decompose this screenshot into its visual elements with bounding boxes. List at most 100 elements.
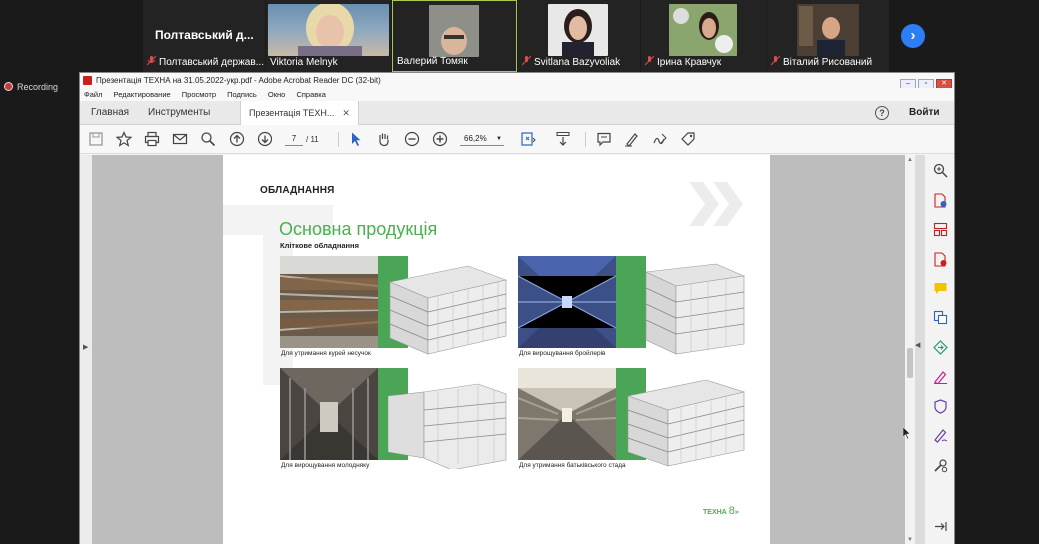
zoom-in-icon[interactable] bbox=[432, 131, 448, 147]
menu-window[interactable]: Окно bbox=[268, 90, 285, 99]
select-cursor-icon[interactable] bbox=[348, 131, 364, 147]
participant-tile-1[interactable]: Viktoria Melnyk bbox=[266, 0, 391, 72]
hand-tool-icon[interactable] bbox=[376, 131, 392, 147]
stamp-tag-icon[interactable] bbox=[680, 131, 696, 147]
mic-muted-icon bbox=[147, 56, 156, 66]
page-number-input[interactable]: 7 bbox=[285, 133, 303, 146]
menu-sign[interactable]: Подпись bbox=[227, 90, 257, 99]
close-tab-icon[interactable]: ✕ bbox=[342, 108, 350, 118]
page-title: Основна продукція bbox=[279, 219, 438, 239]
participant-tile-3[interactable]: Svitlana Bazyvoliak bbox=[518, 0, 640, 72]
send-for-review-icon[interactable] bbox=[933, 340, 948, 355]
participant-tile-4[interactable]: Ірина Кравчук bbox=[641, 0, 766, 72]
more-tools-icon[interactable] bbox=[933, 458, 948, 473]
poultry-house-photo bbox=[518, 368, 616, 460]
menu-view[interactable]: Просмотр bbox=[182, 90, 216, 99]
mouse-cursor-icon bbox=[903, 427, 911, 439]
comment-icon[interactable] bbox=[596, 131, 612, 147]
participant-name: Viktoria Melnyk bbox=[270, 57, 338, 68]
product-card-parent-stock: Для утримання батьківського стада bbox=[518, 368, 748, 478]
participant-video bbox=[429, 5, 479, 57]
sign-icon[interactable] bbox=[652, 131, 668, 147]
zoom-select[interactable]: 66,2% ▼ bbox=[460, 133, 504, 146]
zoom-value: 66,2% bbox=[464, 134, 487, 143]
tab-tools[interactable]: Инструменты bbox=[148, 101, 210, 125]
toolbar-divider bbox=[585, 132, 586, 147]
recording-label: Recording bbox=[17, 82, 59, 92]
tools-panel bbox=[924, 155, 954, 544]
expand-panel-icon[interactable] bbox=[933, 519, 948, 534]
request-signature-icon[interactable] bbox=[933, 428, 948, 443]
fit-page-icon[interactable] bbox=[520, 131, 536, 147]
zoom-search-icon[interactable] bbox=[933, 163, 948, 178]
search-icon[interactable] bbox=[200, 131, 216, 147]
left-panel-toggle[interactable]: ▶ bbox=[80, 155, 92, 544]
participant-name-tile: Полтавський держав... bbox=[143, 56, 265, 70]
mic-muted-icon bbox=[645, 56, 654, 66]
sign-in-button[interactable]: Войти bbox=[909, 101, 940, 125]
menu-help[interactable]: Справка bbox=[296, 90, 325, 99]
organize-pages-icon[interactable] bbox=[933, 222, 948, 237]
bookmark-star-icon[interactable] bbox=[115, 131, 133, 147]
fill-sign-icon[interactable] bbox=[933, 369, 948, 385]
scroll-up-icon[interactable]: ▲ bbox=[907, 157, 913, 163]
footer-arrow-icon: » bbox=[734, 509, 739, 516]
chevron-right-icon: ▶ bbox=[83, 344, 89, 351]
product-caption: Для утримання курей несучок bbox=[281, 350, 371, 357]
mic-muted-icon bbox=[771, 56, 780, 66]
product-caption: Для вирощування молодняку bbox=[281, 462, 370, 469]
highlight-pen-icon[interactable] bbox=[624, 131, 640, 147]
participant-video bbox=[548, 4, 608, 56]
record-icon bbox=[4, 82, 13, 91]
export-pdf-icon[interactable] bbox=[933, 193, 948, 208]
page-up-icon[interactable] bbox=[229, 131, 245, 147]
help-icon[interactable]: ? bbox=[875, 106, 889, 120]
scrollbar-thumb[interactable] bbox=[907, 348, 913, 378]
protect-shield-icon[interactable] bbox=[933, 399, 948, 414]
menu-file[interactable]: Файл bbox=[84, 90, 102, 99]
comment-tool-icon[interactable] bbox=[933, 281, 948, 296]
participant-tile-0[interactable]: Полтавський д... Полтавський держав... bbox=[143, 0, 265, 72]
section-header: ОБЛАДНАННЯ bbox=[260, 185, 335, 196]
scroll-mode-icon[interactable] bbox=[555, 131, 571, 147]
chevron-decoration-icon bbox=[689, 182, 743, 226]
window-titlebar[interactable]: Презентація ТЕХНА на 31.05.2022-укр.pdf … bbox=[80, 73, 954, 89]
chevron-down-icon: ▼ bbox=[496, 136, 502, 142]
participant-strip: Полтавський д... Полтавський держав... V… bbox=[0, 0, 1039, 72]
footer-brand: ТЕХНА bbox=[703, 509, 727, 516]
cage-equipment-illustration bbox=[388, 383, 507, 469]
menu-edit[interactable]: Редактирование bbox=[114, 90, 171, 99]
participant-face bbox=[562, 9, 594, 56]
save-icon[interactable] bbox=[88, 131, 104, 147]
product-card-broilers: Для вирощування бройлерів bbox=[518, 256, 748, 366]
cage-equipment-illustration bbox=[644, 263, 746, 355]
screen: Полтавський д... Полтавський держав... V… bbox=[0, 0, 1039, 544]
print-icon[interactable] bbox=[144, 131, 160, 147]
page-total: / 11 bbox=[306, 135, 319, 144]
create-pdf-icon[interactable] bbox=[933, 252, 948, 267]
tab-document-label: Презентація ТЕХН... bbox=[249, 108, 335, 118]
participant-face bbox=[669, 4, 737, 56]
participant-tile-2-active[interactable]: Валерий Томяк bbox=[392, 0, 517, 72]
participant-face bbox=[797, 4, 859, 56]
combine-files-icon[interactable] bbox=[933, 310, 948, 325]
scroll-down-icon[interactable]: ▼ bbox=[907, 537, 913, 543]
page-down-icon[interactable] bbox=[257, 131, 273, 147]
zoom-out-icon[interactable] bbox=[404, 131, 420, 147]
cage-equipment-illustration bbox=[626, 379, 746, 467]
tab-document[interactable]: Презентація ТЕХН... ✕ bbox=[240, 101, 359, 125]
menu-bar: Файл Редактирование Просмотр Подпись Окн… bbox=[80, 88, 954, 101]
participant-tile-5[interactable]: Віталий Рисований bbox=[767, 0, 889, 72]
pdf-page: ОБЛАДНАННЯ Основна продукція Кліткове об… bbox=[223, 155, 770, 544]
page-footer: ТЕХНА 8» bbox=[703, 505, 739, 517]
document-viewport[interactable]: ▶ ОБЛАДНАННЯ Основна продукція Кліткове … bbox=[80, 155, 954, 544]
participant-name: Ірина Кравчук bbox=[657, 57, 722, 68]
next-participants-button[interactable]: › bbox=[901, 24, 925, 48]
participant-face bbox=[298, 4, 362, 56]
email-icon[interactable] bbox=[172, 131, 188, 147]
right-panel-collapse[interactable]: ◀ bbox=[915, 341, 920, 349]
poultry-house-photo bbox=[280, 256, 378, 348]
product-caption: Для утримання батьківського стада bbox=[519, 462, 626, 469]
tab-home[interactable]: Главная bbox=[91, 101, 129, 125]
vertical-scrollbar[interactable]: ▲ ▼ bbox=[905, 155, 915, 544]
